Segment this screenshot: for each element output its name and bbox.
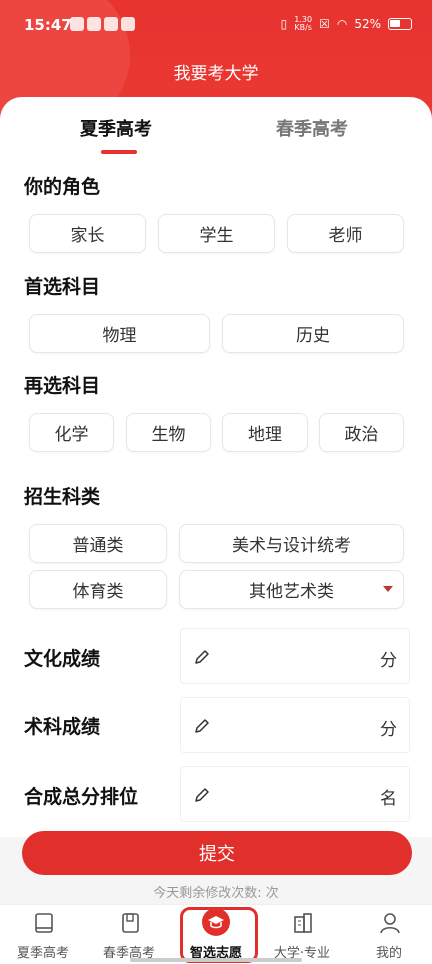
nav-item-university-major[interactable]: 大学·专业 [259,905,345,964]
app-notification-icon [121,17,135,31]
enroll-option-art-design[interactable]: 美术与设计统考 [179,524,404,563]
enroll-type-heading: 招生科类 [24,486,101,508]
nav-label: 夏季高考 [16,946,69,961]
tab-indicator [101,150,137,154]
battery-icon [388,18,412,30]
culture-score-input[interactable]: 分 [180,628,410,684]
network-speed-unit: KB/s [294,23,312,32]
home-indicator [130,958,302,962]
skill-score-label: 术科成绩 [24,716,101,738]
total-rank-input[interactable]: 名 [180,766,410,822]
total-rank-label: 合成总分排位 [24,786,139,808]
culture-score-label: 文化成绩 [24,648,101,670]
dropdown-arrow-icon [383,586,393,592]
skill-score-input[interactable]: 分 [180,697,410,753]
score-unit: 分 [380,651,397,671]
subject-option-biology[interactable]: 生物 [126,413,211,452]
role-heading: 你的角色 [24,176,101,198]
exam-tabs: 夏季高考 春季高考 [0,97,432,159]
page-title: 我要考大学 [173,64,259,84]
app-notification-icon [104,17,118,31]
subject-option-history[interactable]: 历史 [222,314,404,353]
enroll-option-general[interactable]: 普通类 [29,524,167,563]
remaining-edits-text: 今天剩余修改次数: 次 [153,886,279,901]
score-unit: 分 [380,720,397,740]
vibrate-icon: ▯ [280,17,288,31]
tab-spring-exam[interactable]: 春季高考 [276,115,348,141]
subject-option-chemistry[interactable]: 化学 [29,413,114,452]
pencil-icon [195,788,209,802]
subject-option-politics[interactable]: 政治 [319,413,404,452]
primary-subject-heading: 首选科目 [24,276,101,298]
enroll-option-sports[interactable]: 体育类 [29,570,167,609]
role-option-parent[interactable]: 家长 [29,214,146,253]
notification-icons [70,17,135,31]
status-time: 15:47 [24,16,72,34]
nav-item-summer-exam[interactable]: 夏季高考 [0,905,86,964]
secondary-subject-heading: 再选科目 [24,375,101,397]
nav-label: 我的 [375,946,402,961]
status-bar: 15:47 ▯ 1.30 KB/s ☒ ◠ 52% [0,0,432,52]
tab-summer-exam[interactable]: 夏季高考 [80,115,152,141]
wifi-icon: ◠ [336,17,348,31]
enroll-option-other-art-label: 其他艺术类 [249,582,334,602]
sim-icon: ☒ [319,17,330,31]
nav-item-mine[interactable]: 我的 [346,905,432,964]
app-notification-icon [87,17,101,31]
subject-option-physics[interactable]: 物理 [29,314,210,353]
pencil-icon [195,719,209,733]
subject-option-geography[interactable]: 地理 [222,413,308,452]
pencil-icon [195,650,209,664]
battery-percent: 52% [354,17,381,31]
network-speed: 1.30 KB/s [294,16,312,32]
nav-item-spring-exam[interactable]: 春季高考 [86,905,172,964]
book-icon [35,913,53,933]
notebook-icon [122,913,139,933]
submit-button[interactable]: 提交 [22,831,412,875]
building-icon [294,913,312,933]
enroll-option-other-art[interactable]: 其他艺术类 [179,570,404,609]
graduation-cap-icon [202,908,230,936]
role-option-teacher[interactable]: 老师 [287,214,404,253]
rank-unit: 名 [380,789,397,809]
app-notification-icon [70,17,84,31]
person-icon [380,913,400,934]
role-option-student[interactable]: 学生 [158,214,275,253]
